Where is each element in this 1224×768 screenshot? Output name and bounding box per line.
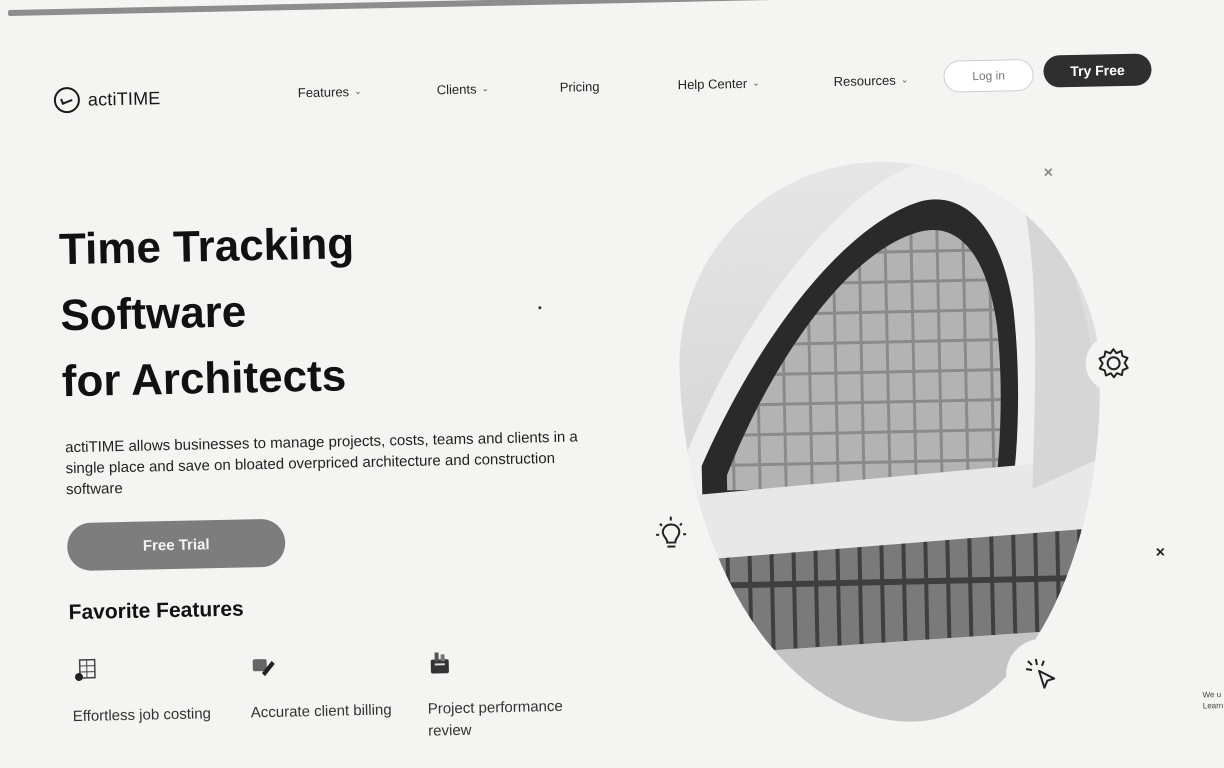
nav-item-features[interactable]: Features ⌄ (298, 84, 362, 100)
feature-job-costing[interactable]: Effortless job costing (72, 654, 223, 728)
free-trial-button[interactable]: Free Trial (67, 519, 286, 572)
feature-performance-review[interactable]: Project performance review (426, 647, 578, 743)
gear-icon (1096, 346, 1131, 381)
cursor-badge (1005, 638, 1078, 711)
cookie-notice-fragment: We u Learn (1202, 689, 1224, 712)
spreadsheet-icon (72, 657, 99, 684)
lightbulb-badge (638, 502, 703, 567)
lightbulb-icon (651, 514, 692, 555)
feature-client-billing[interactable]: Accurate client billing (250, 650, 401, 724)
nav-label: Resources (834, 73, 896, 89)
nav-item-help-center[interactable]: Help Center ⌄ (678, 76, 760, 93)
nav-label: Features (298, 84, 350, 100)
hero-description: actiTIME allows businesses to manage pro… (65, 426, 586, 500)
nav-item-pricing[interactable]: Pricing (560, 79, 600, 95)
clock-check-icon (54, 87, 81, 114)
chevron-down-icon: ⌄ (901, 74, 909, 85)
favorite-features-title: Favorite Features (68, 598, 244, 626)
feature-label: Accurate client billing (251, 699, 401, 724)
nav-label: Help Center (678, 76, 748, 92)
chevron-down-icon: ⌄ (354, 86, 362, 97)
close-icon: × (1043, 164, 1053, 182)
decorative-dot (538, 306, 541, 309)
page-title: Time Tracking Software for Architects (58, 211, 357, 415)
landing-page: actiTIME Features ⌄ Clients ⌄ Pricing He… (0, 3, 1224, 767)
title-line: for Architects (61, 343, 357, 415)
feature-label: Effortless job costing (73, 703, 223, 728)
login-button[interactable]: Log in (943, 59, 1034, 93)
performance-icon (426, 649, 453, 676)
cursor-click-icon (1022, 654, 1063, 695)
chevron-down-icon: ⌄ (481, 83, 489, 94)
title-line: Time Tracking (58, 211, 354, 283)
logo[interactable]: actiTIME (54, 85, 161, 113)
nav-item-clients[interactable]: Clients ⌄ (437, 81, 490, 97)
main-nav: Features ⌄ Clients ⌄ Pricing Help Center… (294, 72, 954, 108)
title-line: Software (60, 277, 356, 349)
nav-label: Pricing (560, 79, 600, 95)
close-icon: × (1155, 544, 1165, 562)
chevron-down-icon: ⌄ (752, 78, 760, 89)
nav-label: Clients (437, 82, 477, 98)
nav-item-resources[interactable]: Resources ⌄ (834, 72, 909, 89)
logo-text: actiTIME (88, 88, 161, 111)
try-free-button[interactable]: Try Free (1043, 53, 1152, 87)
gear-badge (1085, 335, 1142, 392)
billing-icon (250, 653, 277, 680)
feature-label: Project performance review (428, 696, 579, 743)
